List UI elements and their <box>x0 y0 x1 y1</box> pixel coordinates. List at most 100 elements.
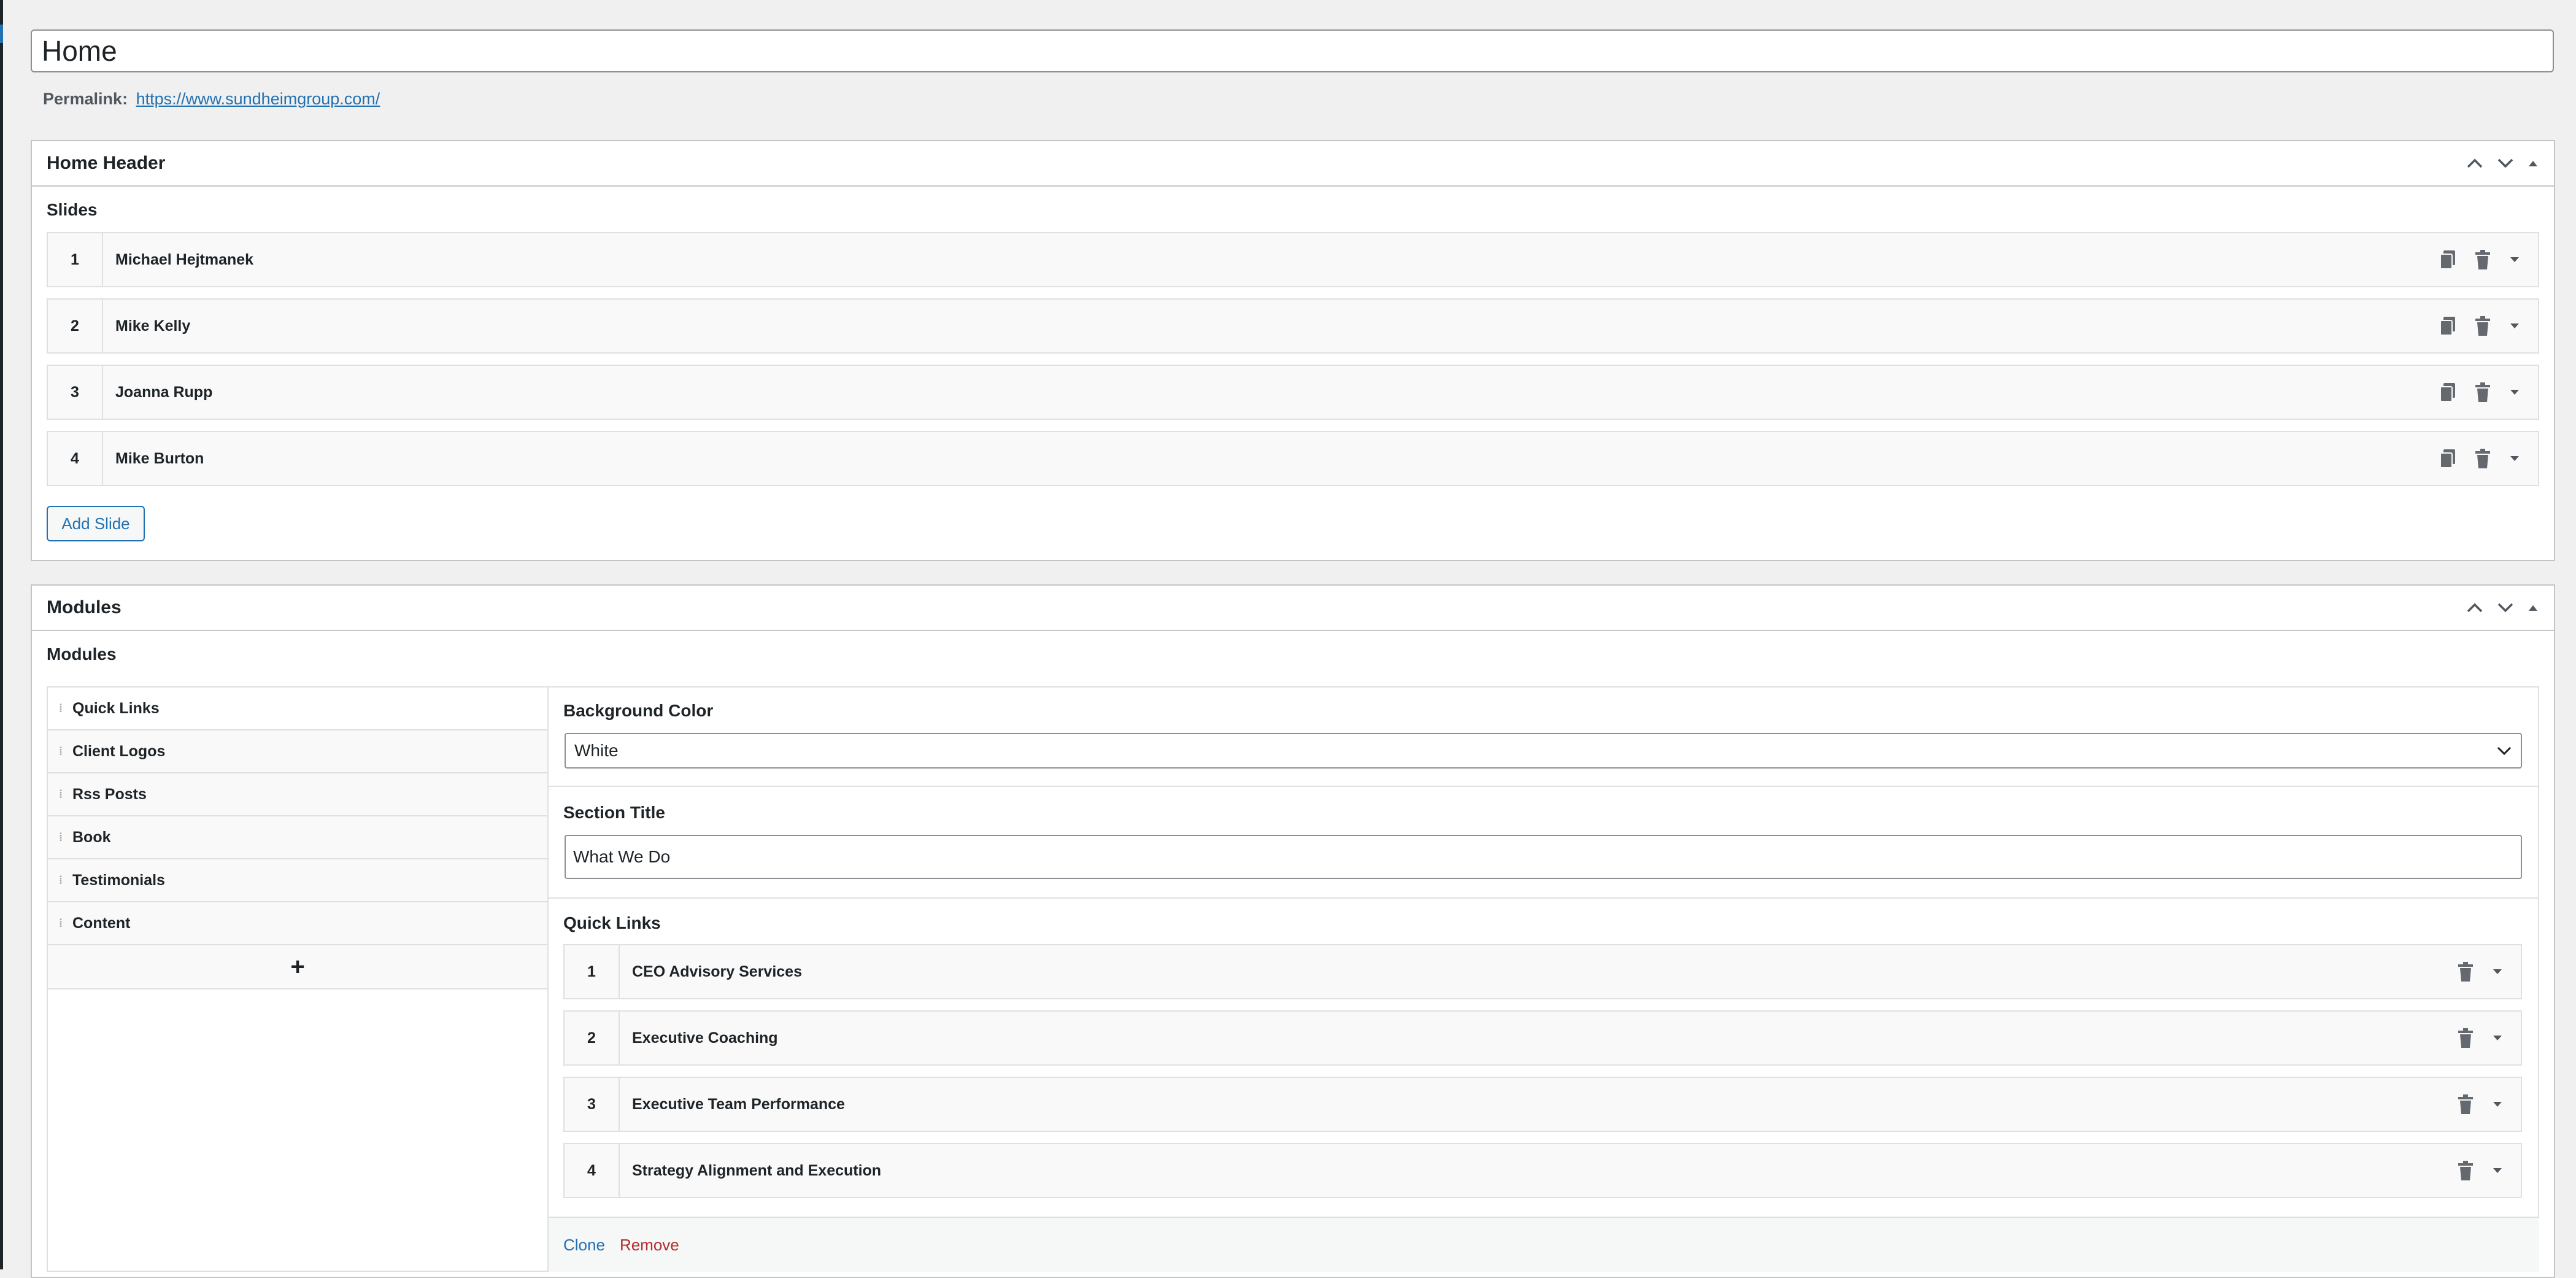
row-number[interactable]: 2 <box>48 300 103 352</box>
quick-link-row[interactable]: 2 Executive Coaching <box>563 1010 2522 1066</box>
module-label: Rss Posts <box>72 785 147 803</box>
background-color-label: Background Color <box>563 701 714 720</box>
drag-handle-icon[interactable]: ⁞ <box>48 917 72 930</box>
trash-icon[interactable] <box>2457 1028 2474 1048</box>
module-list: ⁞ Quick Links ⁞ Client Logos ⁞ Rss Posts… <box>48 687 547 989</box>
metabox-handle-actions <box>2466 157 2539 170</box>
module-label: Client Logos <box>72 742 166 760</box>
trash-icon[interactable] <box>2474 249 2491 270</box>
drag-handle-icon[interactable]: ⁞ <box>48 831 72 844</box>
triangle-up-icon[interactable] <box>2527 158 2539 168</box>
row-number[interactable]: 4 <box>48 432 103 485</box>
module-editor: Background Color White Section Title Wha… <box>547 687 2539 1272</box>
permalink-label: Permalink: <box>43 90 128 108</box>
row-number[interactable]: 1 <box>48 233 103 286</box>
slide-row[interactable]: 2 Mike Kelly <box>47 298 2539 354</box>
caret-down-icon[interactable] <box>2509 255 2521 264</box>
caret-down-icon[interactable] <box>2509 322 2521 330</box>
clone-link[interactable]: Clone <box>563 1236 605 1255</box>
admin-sidebar-edge <box>0 0 3 1269</box>
slide-row[interactable]: 3 Joanna Rupp <box>47 365 2539 420</box>
add-slide-button[interactable]: Add Slide <box>47 506 145 541</box>
caret-down-icon[interactable] <box>2509 454 2521 463</box>
post-title-input[interactable]: Home <box>31 29 2554 72</box>
trash-icon[interactable] <box>2474 316 2491 336</box>
quick-link-name[interactable]: Executive Team Performance <box>620 1096 2457 1113</box>
remove-link[interactable]: Remove <box>620 1236 679 1255</box>
module-footer: Clone Remove <box>549 1217 2539 1272</box>
caret-down-icon[interactable] <box>2491 1034 2504 1042</box>
quick-link-name[interactable]: Executive Coaching <box>620 1029 2457 1047</box>
trash-icon[interactable] <box>2457 961 2474 982</box>
chevron-down-icon[interactable] <box>2496 601 2515 614</box>
duplicate-icon[interactable] <box>2439 382 2457 403</box>
module-item-book[interactable]: ⁞ Book <box>48 816 547 859</box>
row-number[interactable]: 4 <box>565 1144 620 1197</box>
add-module-button[interactable]: + <box>48 945 547 989</box>
chevron-down-icon <box>2497 746 2512 756</box>
home-header-metabox-header: Home Header <box>32 141 2554 187</box>
slide-row[interactable]: 4 Mike Burton <box>47 431 2539 486</box>
duplicate-icon[interactable] <box>2439 448 2457 469</box>
quick-link-row[interactable]: 3 Executive Team Performance <box>563 1077 2522 1132</box>
flexible-content: ⁞ Quick Links ⁞ Client Logos ⁞ Rss Posts… <box>47 686 2539 1272</box>
row-number[interactable]: 3 <box>48 366 103 419</box>
slide-name[interactable]: Michael Hejtmanek <box>103 251 2439 269</box>
module-label: Content <box>72 914 131 932</box>
modules-metabox-header: Modules <box>32 586 2554 631</box>
permalink: Permalink: https://www.sundheimgroup.com… <box>43 90 380 109</box>
triangle-up-icon[interactable] <box>2527 603 2539 613</box>
section-title-input[interactable]: What We Do <box>565 835 2522 879</box>
drag-handle-icon[interactable]: ⁞ <box>48 874 72 887</box>
slide-name[interactable]: Mike Burton <box>103 450 2439 468</box>
slide-name[interactable]: Joanna Rupp <box>103 384 2439 401</box>
drag-handle-icon[interactable]: ⁞ <box>48 745 72 758</box>
module-item-rss-posts[interactable]: ⁞ Rss Posts <box>48 773 547 816</box>
slide-row[interactable]: 1 Michael Hejtmanek <box>47 232 2539 287</box>
module-label: Quick Links <box>72 699 160 717</box>
drag-handle-icon[interactable]: ⁞ <box>48 788 72 801</box>
metabox-handle-actions <box>2466 601 2539 614</box>
quick-links-label: Quick Links <box>563 913 661 932</box>
trash-icon[interactable] <box>2474 448 2491 469</box>
quick-link-name[interactable]: Strategy Alignment and Execution <box>620 1162 2457 1180</box>
quick-link-row[interactable]: 1 CEO Advisory Services <box>563 944 2522 999</box>
duplicate-icon[interactable] <box>2439 249 2457 270</box>
row-number[interactable]: 3 <box>565 1078 620 1131</box>
module-label: Testimonials <box>72 871 165 889</box>
chevron-up-icon[interactable] <box>2466 601 2484 614</box>
caret-down-icon[interactable] <box>2491 1166 2504 1175</box>
quick-link-name[interactable]: CEO Advisory Services <box>620 963 2457 981</box>
duplicate-icon[interactable] <box>2439 316 2457 336</box>
trash-icon[interactable] <box>2457 1160 2474 1181</box>
drag-handle-icon[interactable]: ⁞ <box>48 702 72 715</box>
home-header-title: Home Header <box>47 153 166 173</box>
module-item-quick-links[interactable]: ⁞ Quick Links <box>48 687 547 730</box>
modules-metabox: Modules Modules ⁞ Quick Links ⁞ Client L… <box>31 584 2555 1278</box>
background-color-value: White <box>574 741 619 760</box>
module-item-testimonials[interactable]: ⁞ Testimonials <box>48 859 547 902</box>
caret-down-icon[interactable] <box>2509 388 2521 397</box>
divider <box>549 786 2539 787</box>
row-number[interactable]: 2 <box>565 1012 620 1064</box>
caret-down-icon[interactable] <box>2491 1100 2504 1109</box>
sidebar-active-marker <box>0 25 3 43</box>
quick-link-row[interactable]: 4 Strategy Alignment and Execution <box>563 1143 2522 1198</box>
slides-label: Slides <box>47 200 98 219</box>
modules-title: Modules <box>47 597 121 618</box>
caret-down-icon[interactable] <box>2491 967 2504 976</box>
row-number[interactable]: 1 <box>565 945 620 998</box>
slide-name[interactable]: Mike Kelly <box>103 317 2439 335</box>
chevron-up-icon[interactable] <box>2466 157 2484 170</box>
chevron-down-icon[interactable] <box>2496 157 2515 170</box>
trash-icon[interactable] <box>2457 1094 2474 1115</box>
module-label: Book <box>72 828 111 846</box>
trash-icon[interactable] <box>2474 382 2491 403</box>
module-item-content[interactable]: ⁞ Content <box>48 902 547 945</box>
background-color-select[interactable]: White <box>565 733 2522 769</box>
permalink-link[interactable]: https://www.sundheimgroup.com/ <box>136 90 380 108</box>
section-title-label: Section Title <box>563 803 665 822</box>
modules-field-label: Modules <box>47 645 117 664</box>
module-item-client-logos[interactable]: ⁞ Client Logos <box>48 730 547 773</box>
home-header-metabox: Home Header Slides 1 Michael Hejtmanek 2… <box>31 140 2555 561</box>
